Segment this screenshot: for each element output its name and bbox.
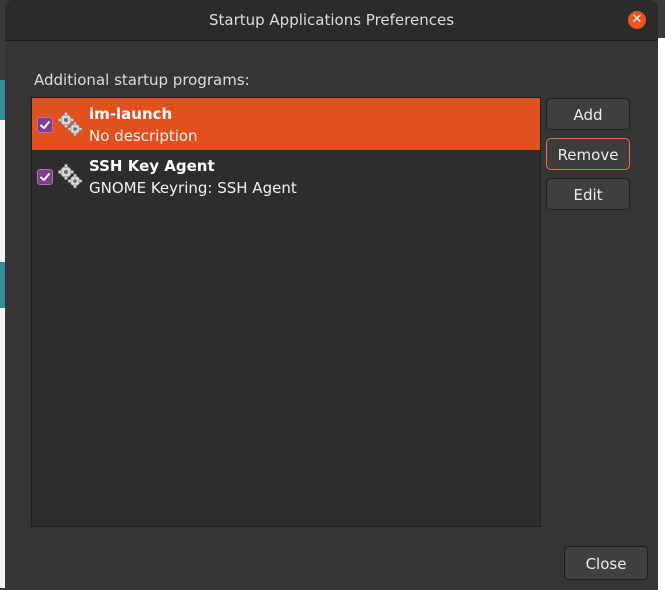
list-item-ssh-key-agent[interactable]: SSH Key Agent GNOME Keyring: SSH Agent xyxy=(32,150,540,202)
enabled-checkbox[interactable] xyxy=(37,169,53,185)
list-item-im-launch[interactable]: im-launch No description xyxy=(32,98,540,150)
close-button[interactable]: Close xyxy=(564,546,648,580)
startup-programs-list[interactable]: im-launch No description SSH Key Agent G… xyxy=(31,97,541,527)
program-name: im-launch xyxy=(89,105,173,123)
window-title: Startup Applications Preferences xyxy=(208,11,455,29)
check-icon xyxy=(40,121,50,129)
desktop-background-right xyxy=(657,38,665,590)
window-close-icon[interactable]: ✕ xyxy=(628,11,646,29)
program-description: GNOME Keyring: SSH Agent xyxy=(89,179,297,197)
titlebar: Startup Applications Preferences ✕ xyxy=(5,0,658,41)
remove-button[interactable]: Remove xyxy=(546,138,630,170)
add-button[interactable]: Add xyxy=(546,98,630,130)
gears-icon xyxy=(58,112,83,137)
enabled-checkbox[interactable] xyxy=(37,117,53,133)
program-description: No description xyxy=(89,127,198,145)
startup-preferences-window: Startup Applications Preferences ✕ Addit… xyxy=(5,0,658,590)
gears-icon xyxy=(58,164,83,189)
program-name: SSH Key Agent xyxy=(89,157,215,175)
edit-button[interactable]: Edit xyxy=(546,178,630,210)
section-label: Additional startup programs: xyxy=(34,71,250,89)
check-icon xyxy=(40,173,50,181)
